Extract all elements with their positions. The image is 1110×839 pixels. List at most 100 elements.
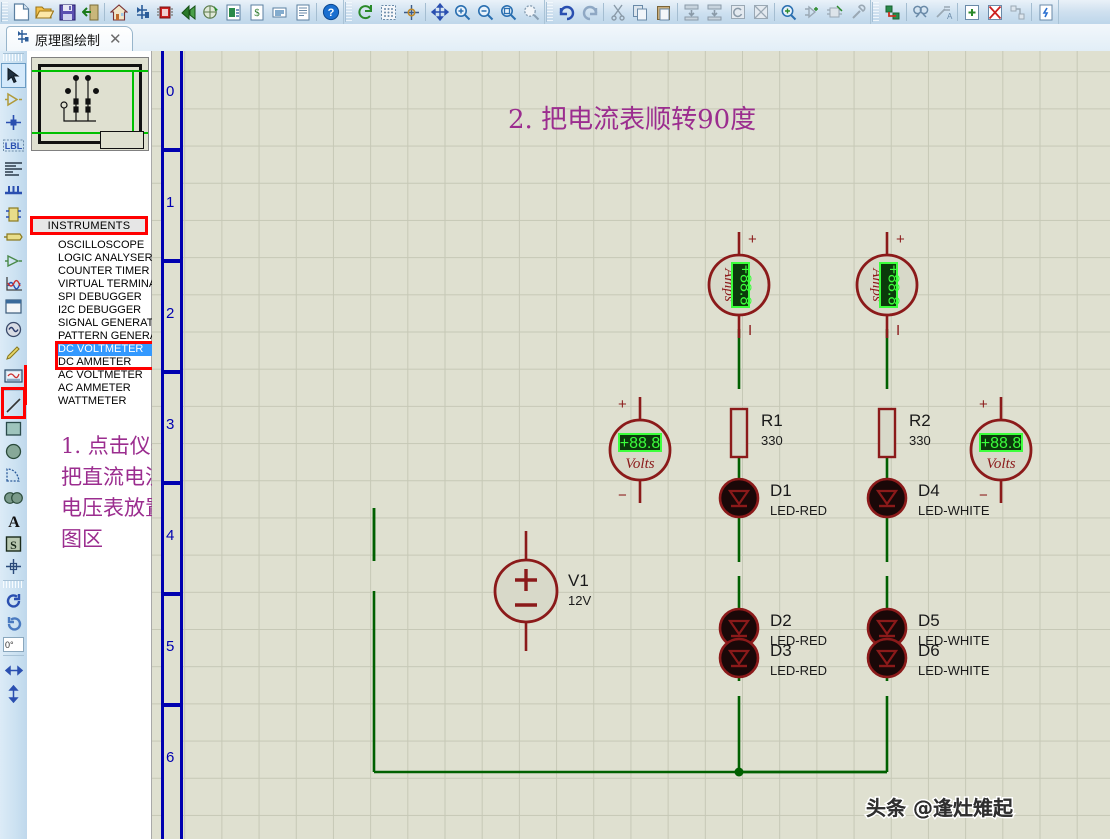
copy-icon[interactable] [629, 1, 652, 23]
device-pin-mode-icon[interactable] [2, 249, 25, 272]
svg-text:LBL: LBL [5, 141, 23, 151]
junction-dot-mode-icon[interactable] [2, 111, 25, 134]
refresh-icon[interactable] [354, 1, 377, 23]
selection-mode-icon[interactable] [1, 63, 26, 88]
tape-recorder-mode-icon[interactable] [2, 295, 25, 318]
virtual-instruments-mode-icon[interactable] [2, 364, 25, 387]
origin-icon[interactable] [400, 1, 423, 23]
block-move-icon[interactable] [703, 1, 726, 23]
block-copy-icon[interactable] [680, 1, 703, 23]
annotation-step-2: 2. 把电流表顺转90度 [508, 105, 757, 135]
ruler-tick [161, 703, 183, 707]
block-rotate-icon[interactable] [726, 1, 749, 23]
overview-preview[interactable] [31, 57, 149, 151]
toolbar-grip[interactable] [345, 2, 352, 22]
component-mode-icon[interactable] [2, 88, 25, 111]
toolbar-separator [957, 3, 958, 21]
toolbar-grip[interactable] [872, 2, 879, 22]
toolbar-separator [603, 3, 604, 21]
rotate-anticlockwise-icon[interactable] [2, 613, 25, 636]
wire-autorouter-icon[interactable] [881, 1, 904, 23]
rotation-angle-field[interactable]: 0° [3, 637, 24, 652]
svg-text:S: S [10, 538, 17, 552]
make-device-icon[interactable] [800, 1, 823, 23]
marker-mode-icon[interactable] [2, 555, 25, 578]
bus-mode-icon[interactable] [2, 180, 25, 203]
zoom-out-icon[interactable] [474, 1, 497, 23]
packaging-icon[interactable] [823, 1, 846, 23]
property-assign-icon[interactable]: A [932, 1, 955, 23]
zoom-all-icon[interactable] [497, 1, 520, 23]
circle-mode-icon[interactable] [2, 440, 25, 463]
pcb-icon[interactable] [153, 1, 176, 23]
grid-toggle-icon[interactable] [377, 1, 400, 23]
ruler-tick [161, 370, 183, 374]
pan-icon[interactable] [428, 1, 451, 23]
design-explorer-icon[interactable] [222, 1, 245, 23]
save-icon[interactable] [56, 1, 79, 23]
svg-text:A: A [947, 12, 953, 21]
zoom-area-icon[interactable] [520, 1, 543, 23]
paste-icon[interactable] [652, 1, 675, 23]
gerber-icon[interactable] [199, 1, 222, 23]
rotate-clockwise-icon[interactable] [2, 590, 25, 613]
decompose-icon[interactable] [846, 1, 869, 23]
toolbar-grip[interactable] [546, 2, 553, 22]
wire-label-mode-icon[interactable]: LBL [2, 134, 25, 157]
open-folder-icon[interactable] [33, 1, 56, 23]
redo-icon[interactable] [578, 1, 601, 23]
exit-sheet-icon[interactable] [1006, 1, 1029, 23]
object-selector-header: INSTRUMENTS [30, 216, 148, 235]
terminals-mode-icon[interactable] [2, 226, 25, 249]
box-mode-icon[interactable] [2, 417, 25, 440]
bill-materials-icon[interactable] [1034, 1, 1057, 23]
ruler-tick [161, 592, 183, 596]
vertical-ruler[interactable]: 0 1 2 3 4 5 6 [161, 51, 183, 839]
toolbar-separator [906, 3, 907, 21]
closed-path-mode-icon[interactable] [2, 486, 25, 509]
toolbar-separator [1031, 3, 1032, 21]
svg-text:$: $ [254, 7, 260, 19]
undo-icon[interactable] [555, 1, 578, 23]
preview-title-block [100, 131, 144, 149]
schematic-icon[interactable] [130, 1, 153, 23]
import-icon[interactable] [79, 1, 102, 23]
object-selector-header-label: INSTRUMENTS [47, 219, 131, 232]
graph-mode-icon[interactable] [2, 272, 25, 295]
view-toolbar-group [353, 0, 545, 24]
report-icon[interactable] [291, 1, 314, 23]
search-tag-icon[interactable] [909, 1, 932, 23]
palette-grip[interactable] [3, 580, 24, 588]
tab-label: 原理图绘制 [35, 34, 101, 49]
home-icon[interactable] [107, 1, 130, 23]
text-mode-icon[interactable]: A [2, 509, 25, 532]
palette-grip[interactable] [3, 53, 24, 61]
object-selector-panel: INSTRUMENTS OSCILLOSCOPE LOGIC ANALYSER … [27, 51, 235, 839]
close-icon[interactable]: ✕ [105, 32, 122, 47]
toolbar-separator [316, 3, 317, 21]
new-sheet-icon[interactable] [960, 1, 983, 23]
remove-sheet-icon[interactable] [983, 1, 1006, 23]
mirror-horizontal-icon[interactable] [2, 659, 25, 682]
schematic-grid [152, 51, 1110, 839]
bom-icon[interactable]: $ [245, 1, 268, 23]
virtual-instruments-highlight-box [1, 387, 26, 419]
toolbar-grip[interactable] [1, 2, 8, 22]
cut-icon[interactable] [606, 1, 629, 23]
generator-mode-icon[interactable] [2, 318, 25, 341]
symbol-mode-icon[interactable]: S [2, 532, 25, 555]
3d-view-icon[interactable] [176, 1, 199, 23]
voltage-probe-mode-icon[interactable] [2, 341, 25, 364]
block-delete-icon[interactable] [749, 1, 772, 23]
netlist-icon[interactable] [268, 1, 291, 23]
arc-mode-icon[interactable] [2, 463, 25, 486]
help-icon[interactable]: ? [319, 1, 342, 23]
tab-schematic-drawing[interactable]: 原理图绘制 ✕ [6, 26, 133, 52]
subcircuit-mode-icon[interactable] [2, 203, 25, 226]
new-file-icon[interactable] [10, 1, 33, 23]
mirror-vertical-icon[interactable] [2, 682, 25, 705]
text-script-mode-icon[interactable] [2, 157, 25, 180]
zoom-in-icon[interactable] [451, 1, 474, 23]
pick-device-icon[interactable] [777, 1, 800, 23]
schematic-canvas[interactable] [152, 51, 1110, 839]
